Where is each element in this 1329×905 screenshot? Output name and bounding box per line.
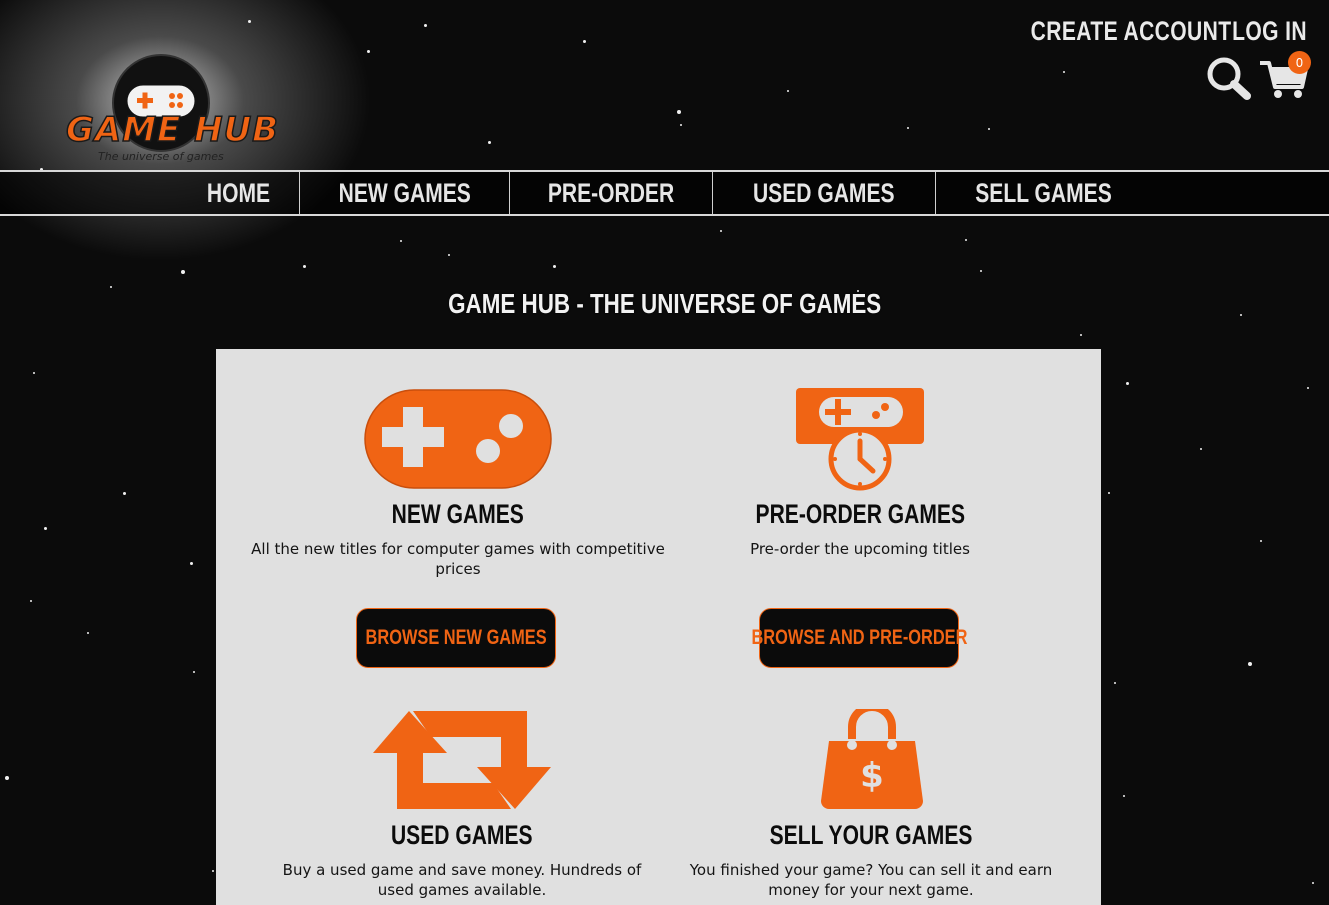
nav-item-new-games[interactable]: NEW GAMES xyxy=(298,172,510,214)
feature-description: All the new titles for computer games wi… xyxy=(251,540,665,578)
star xyxy=(787,90,789,92)
nav-item-label: PRE-ORDER xyxy=(548,177,675,208)
star xyxy=(965,239,967,241)
log-in-link[interactable]: LOG IN xyxy=(1232,16,1307,47)
star xyxy=(5,776,9,780)
exchange-arrows-icon xyxy=(373,711,551,813)
star xyxy=(1080,334,1082,336)
star xyxy=(448,254,450,256)
star xyxy=(720,230,722,232)
feature-title: USED GAMES xyxy=(252,820,672,851)
star xyxy=(303,265,306,268)
feature-description: You finished your game? You can sell it … xyxy=(689,861,1053,899)
star xyxy=(1063,71,1065,73)
logo-title: GAME HUB xyxy=(65,109,280,151)
shopping-bag-dollar-icon: $ xyxy=(819,703,925,813)
feature-pre-order: PRE-ORDER GAMES Pre-order the upcoming t… xyxy=(650,349,1070,679)
preorder-clock-icon xyxy=(795,387,925,495)
feature-title: NEW GAMES xyxy=(248,499,668,530)
star xyxy=(190,562,193,565)
star xyxy=(1312,882,1314,884)
page: GAME HUB The universe of games CREATE AC… xyxy=(0,0,1329,905)
browse-and-pre-order-button[interactable]: BROWSE AND PRE-ORDER xyxy=(751,608,967,668)
star xyxy=(248,20,251,23)
star xyxy=(907,127,909,129)
star xyxy=(1126,382,1129,385)
nav-item-home[interactable]: HOME xyxy=(178,172,299,214)
main-nav: HOME NEW GAMES PRE-ORDER USED GAMES SELL… xyxy=(0,170,1329,216)
button-label: BROWSE AND PRE-ORDER xyxy=(751,626,967,649)
browse-new-games-button[interactable]: BROWSE NEW GAMES xyxy=(356,608,556,668)
button-label: BROWSE NEW GAMES xyxy=(365,626,547,649)
logo-tagline: The universe of games xyxy=(98,150,224,163)
svg-text:$: $ xyxy=(860,756,884,796)
star xyxy=(1307,387,1309,389)
feature-used-games: USED GAMES Buy a used game and save mone… xyxy=(252,679,672,905)
feature-sell-games: $ SELL YOUR GAMES You finished your game… xyxy=(661,679,1081,905)
nav-item-pre-order[interactable]: PRE-ORDER xyxy=(509,172,712,214)
star xyxy=(424,24,427,27)
star xyxy=(677,110,681,114)
star xyxy=(680,124,682,126)
feature-new-games: NEW GAMES All the new titles for compute… xyxy=(248,349,668,679)
star xyxy=(193,671,195,673)
star xyxy=(988,128,990,130)
star xyxy=(488,141,491,144)
star xyxy=(1114,682,1116,684)
star xyxy=(33,372,35,374)
search-icon[interactable] xyxy=(1204,55,1254,101)
feature-title-text: PRE-ORDER GAMES xyxy=(755,499,965,529)
site-logo[interactable]: GAME HUB The universe of games xyxy=(64,50,279,170)
star xyxy=(1248,662,1252,666)
cart-count-badge: 0 xyxy=(1288,51,1311,74)
star xyxy=(980,270,982,272)
feature-title-text: NEW GAMES xyxy=(391,499,525,529)
nav-item-label: NEW GAMES xyxy=(338,177,471,208)
feature-title-text: SELL YOUR GAMES xyxy=(769,820,973,850)
star xyxy=(367,50,370,53)
create-account-link[interactable]: CREATE ACCOUNT xyxy=(1030,16,1231,47)
star xyxy=(1200,448,1202,450)
nav-item-label: HOME xyxy=(206,177,271,208)
star xyxy=(1260,540,1262,542)
nav-item-label: USED GAMES xyxy=(753,177,896,208)
star xyxy=(1123,795,1125,797)
page-headline: GAME HUB - THE UNIVERSE OF GAMES xyxy=(0,288,1329,320)
features-panel: NEW GAMES All the new titles for compute… xyxy=(216,349,1101,905)
nav-item-used-games[interactable]: USED GAMES xyxy=(712,172,935,214)
star xyxy=(553,265,556,268)
account-links: CREATE ACCOUNT LOG IN xyxy=(974,16,1308,47)
star xyxy=(87,632,89,634)
star xyxy=(181,270,185,274)
feature-title: PRE-ORDER GAMES xyxy=(650,499,1070,530)
star xyxy=(400,240,402,242)
gamepad-icon xyxy=(364,389,552,493)
feature-description: Pre-order the upcoming titles xyxy=(750,540,970,558)
feature-title: SELL YOUR GAMES xyxy=(661,820,1081,851)
page-title: GAME HUB - THE UNIVERSE OF GAMES xyxy=(447,288,882,319)
star xyxy=(123,492,126,495)
star xyxy=(1108,492,1110,494)
star xyxy=(583,40,586,43)
nav-item-label: SELL GAMES xyxy=(975,177,1112,208)
feature-title-text: USED GAMES xyxy=(391,820,533,850)
feature-description: Buy a used game and save money. Hundreds… xyxy=(282,861,642,899)
nav-item-sell-games[interactable]: SELL GAMES xyxy=(935,172,1151,214)
star xyxy=(44,527,47,530)
star xyxy=(30,600,32,602)
star xyxy=(212,870,214,872)
